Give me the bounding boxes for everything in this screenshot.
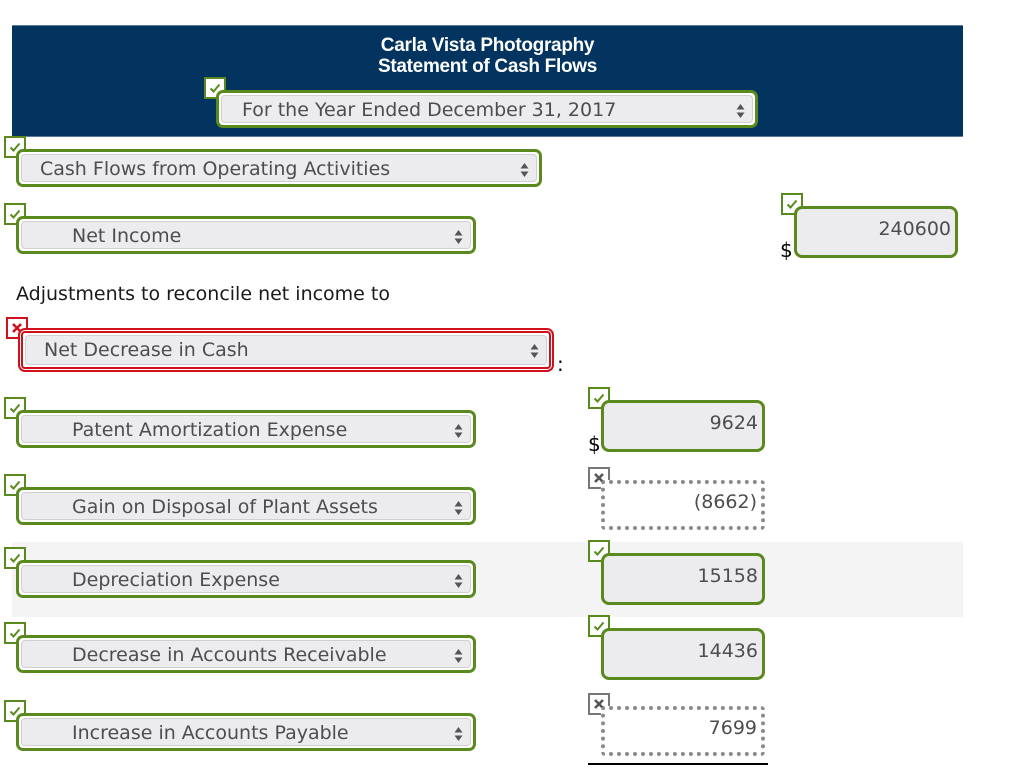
select-arrows-icon bbox=[454, 574, 463, 588]
select-arrows-icon bbox=[520, 163, 529, 177]
reconcile-target-select-value: Net Decrease in Cash bbox=[44, 339, 249, 361]
adjustment-label-select[interactable]: Gain on Disposal of Plant Assets bbox=[16, 487, 476, 525]
net-income-select[interactable]: Net Income bbox=[16, 216, 476, 254]
select-arrows-icon bbox=[454, 649, 463, 663]
adjustment-label-value: Increase in Accounts Payable bbox=[72, 722, 349, 744]
adjustment-label-select[interactable]: Depreciation Expense bbox=[16, 560, 476, 598]
net-income-amount-input[interactable]: 240600 bbox=[794, 206, 958, 258]
currency-symbol: $ bbox=[588, 432, 601, 456]
section-select[interactable]: Cash Flows from Operating Activities bbox=[16, 149, 542, 187]
select-arrows-icon bbox=[454, 424, 463, 438]
adjustment-label-select[interactable]: Decrease in Accounts Receivable bbox=[16, 635, 476, 673]
colon: : bbox=[557, 352, 564, 376]
adjustment-label-select[interactable]: Increase in Accounts Payable bbox=[16, 713, 476, 751]
section-select-value: Cash Flows from Operating Activities bbox=[40, 158, 391, 180]
adjustment-amount-input[interactable]: (8662) bbox=[601, 480, 765, 530]
adjustment-label-value: Patent Amortization Expense bbox=[72, 419, 348, 441]
select-arrows-icon bbox=[530, 344, 539, 358]
adjustment-label-value: Decrease in Accounts Receivable bbox=[72, 644, 387, 666]
adjustment-label-select[interactable]: Patent Amortization Expense bbox=[16, 410, 476, 448]
adjustment-amount-input[interactable]: 14436 bbox=[601, 628, 765, 680]
period-select[interactable]: For the Year Ended December 31, 2017 bbox=[216, 90, 758, 128]
select-arrows-icon bbox=[454, 230, 463, 244]
reconcile-target-select[interactable]: Net Decrease in Cash bbox=[18, 328, 554, 372]
net-income-select-value: Net Income bbox=[72, 225, 182, 247]
select-arrows-icon bbox=[454, 501, 463, 515]
company-name: Carla Vista Photography bbox=[380, 35, 595, 56]
statement-title: Statement of Cash Flows bbox=[377, 56, 598, 77]
currency-symbol: $ bbox=[780, 238, 793, 262]
adjustment-amount-input[interactable]: 9624 bbox=[601, 400, 765, 452]
adjustment-label-value: Gain on Disposal of Plant Assets bbox=[72, 496, 378, 518]
adjustments-label: Adjustments to reconcile net income to bbox=[16, 283, 390, 305]
adjustment-label-value: Depreciation Expense bbox=[72, 569, 280, 591]
adjustment-amount-input[interactable]: 15158 bbox=[601, 553, 765, 605]
adjustment-amount-input[interactable]: 7699 bbox=[601, 706, 765, 756]
period-select-value: For the Year Ended December 31, 2017 bbox=[242, 99, 617, 121]
select-arrows-icon bbox=[454, 727, 463, 741]
subtotal-underline bbox=[588, 763, 768, 765]
select-arrows-icon bbox=[736, 104, 745, 118]
